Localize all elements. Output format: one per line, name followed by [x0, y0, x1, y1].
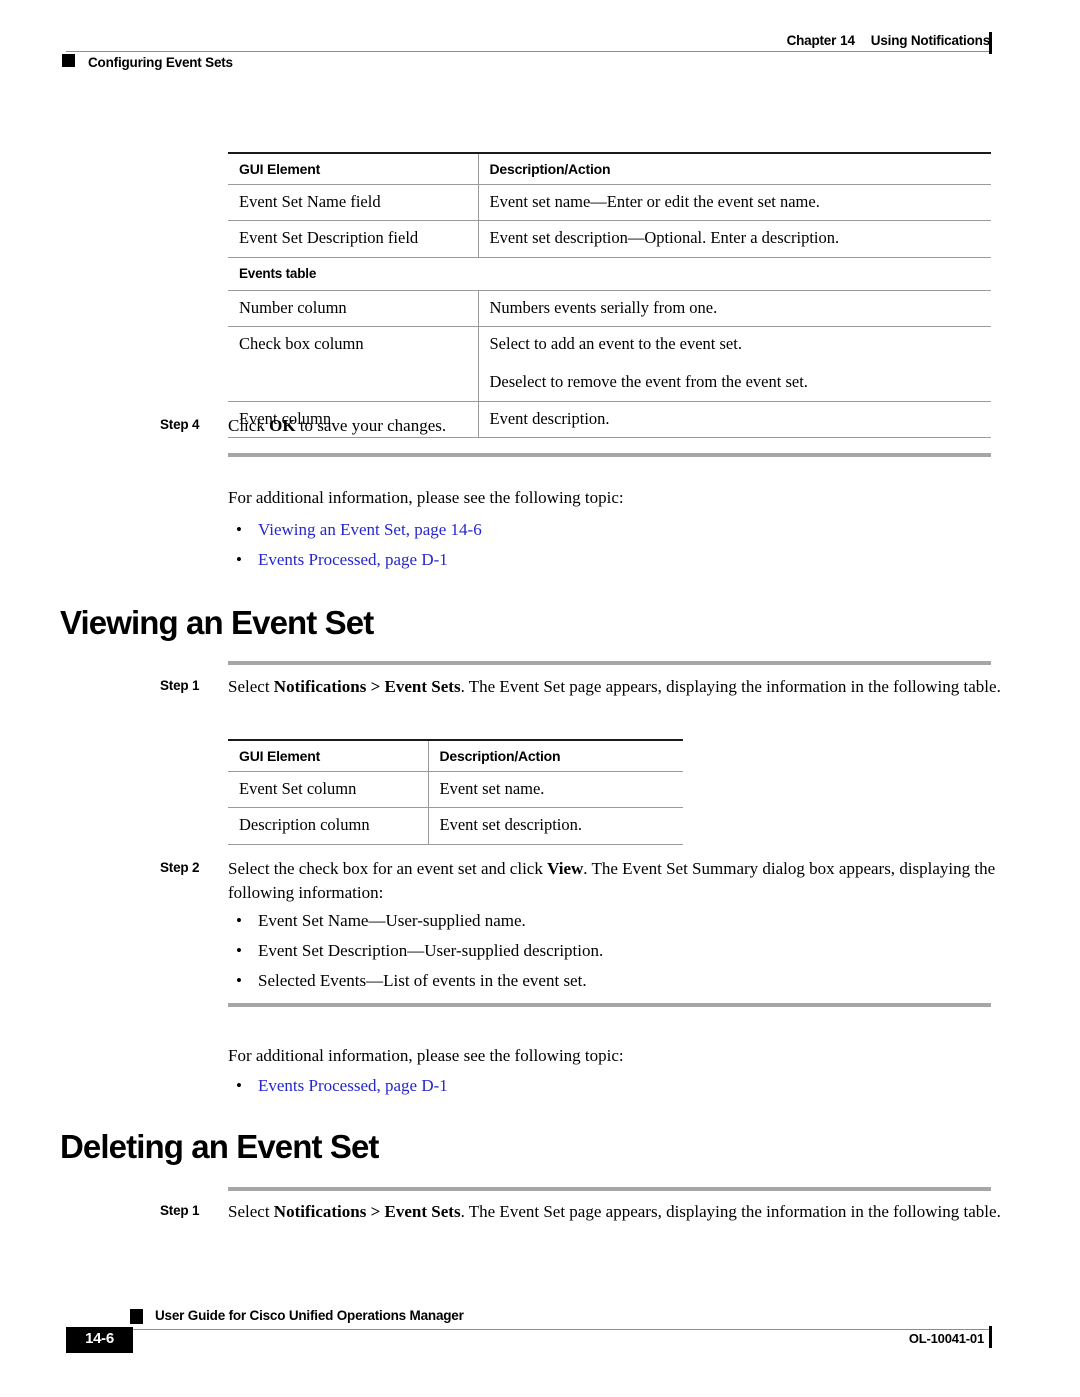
step-1-deleting-label: Step 1 [160, 1203, 200, 1218]
table-row: Number column Numbers events serially fr… [228, 290, 991, 328]
step-1-viewing-text: Select Notifications > Event Sets. The E… [228, 675, 1018, 699]
related-topics-intro-2: For additional information, please see t… [228, 1046, 624, 1065]
step-2-bullet-2-text: Event Set Description—User-supplied desc… [258, 941, 604, 960]
step-2-viewing-button-view: View [547, 859, 584, 878]
step-1-deleting-text: Select Notifications > Event Sets. The E… [228, 1200, 1018, 1224]
related-topic-bullet-1: • Viewing an Event Set, page 14-6 [236, 518, 482, 542]
table1-cell-desc-line1: Select to add an event to the event set. [489, 334, 742, 354]
page-header: Chapter 14 Using Notifications Configuring… [0, 0, 1080, 90]
bullet-dot-icon: • [236, 941, 242, 960]
step-1-deleting-menu-path: Notifications > Event Sets [273, 1202, 461, 1221]
section-rule-2 [228, 661, 991, 665]
gui-element-table-2: GUI Element Description/Action Event Set… [228, 739, 683, 845]
step-2-bullet-3-text: Selected Events—List of events in the ev… [258, 971, 587, 990]
section-rule-3 [228, 1003, 991, 1007]
table-row: Event Set Description field Event set de… [228, 220, 991, 258]
step-2-viewing-label: Step 2 [160, 860, 200, 875]
step-2-viewing-text: Select the check box for an event set an… [228, 857, 1028, 905]
xref-link-events-processed[interactable]: Events Processed, page D-1 [258, 550, 448, 569]
step-4-text-pre: Click [228, 416, 270, 435]
table1-col-header-gui-element: GUI Element [228, 152, 478, 185]
related-topic-bullet-2: • Events Processed, page D-1 [236, 548, 448, 572]
xref-link-viewing-event-set[interactable]: Viewing an Event Set, page 14-6 [258, 520, 482, 539]
table1-cell-desc-multiline: Select to add an event to the event set.… [477, 326, 991, 402]
section-rule-4 [228, 1187, 991, 1191]
table-row: Event Set Name field Event set name—Ente… [228, 184, 991, 222]
header-chapter-number: 14 [840, 33, 855, 48]
table2-col-header-description: Description/Action [427, 739, 683, 772]
table-header-row: GUI Element Description/Action [228, 152, 991, 185]
section-rule-1 [228, 453, 991, 457]
table2-cell-gui: Description column [228, 807, 428, 845]
header-chapter-title: Using Notifications [870, 33, 990, 48]
bullet-dot-icon: • [236, 520, 242, 539]
header-chapter-label: Chapter [786, 33, 837, 48]
step-1-viewing-menu-path: Notifications > Event Sets [273, 677, 461, 696]
table-row: Event Set column Event set name. [228, 771, 683, 809]
table2-cell-gui: Event Set column [228, 771, 428, 809]
header-chapter-info: Chapter 14 Using Notifications [786, 33, 991, 48]
step-1-viewing-text-post: . The Event Set page appears, displaying… [460, 677, 889, 696]
gui-element-table-1: GUI Element Description/Action Event Set… [228, 152, 991, 438]
table2-cell-desc: Event set description. [427, 807, 683, 845]
xref-link-events-processed-2[interactable]: Events Processed, page D-1 [258, 1076, 448, 1095]
table1-cell-desc-line2: Deselect to remove the event from the ev… [489, 372, 808, 392]
step-2-bullet-2: • Event Set Description—User-supplied des… [236, 939, 603, 963]
table1-subhead-events-table: Events table [228, 257, 991, 291]
bullet-dot-icon: • [236, 911, 242, 930]
footer-rule [66, 1329, 990, 1330]
header-bullet-square-icon [62, 54, 75, 67]
table1-cell-gui: Event Set Name field [228, 184, 478, 222]
step-4-text-post: to save your changes. [295, 416, 447, 435]
footer-edge-tick [989, 1326, 992, 1348]
step-2-bullet-1: • Event Set Name—User-supplied name. [236, 909, 526, 933]
table1-col-header-description: Description/Action [477, 152, 991, 185]
step-2-viewing-text-pre: Select the check box for an event set an… [228, 859, 548, 878]
step-4-text: Click OK to save your changes. [228, 414, 446, 438]
table2-cell-desc: Event set name. [427, 771, 683, 809]
table-subhead-row: Events table [228, 257, 991, 291]
table1-cell-gui: Check box column [228, 326, 478, 402]
step-4-text-bold: OK [269, 416, 296, 435]
step-2-bullet-3: • Selected Events—List of events in the e… [236, 969, 587, 993]
table-header-row: GUI Element Description/Action [228, 739, 683, 772]
step-1-viewing-text-pre: Select [228, 677, 274, 696]
bullet-dot-icon: • [236, 1076, 242, 1095]
step-1-viewing-label: Step 1 [160, 678, 200, 693]
table1-cell-desc: Event set description—Optional. Enter a … [477, 220, 991, 258]
step-1-deleting-text-pre: Select [228, 1202, 274, 1221]
step-1-viewing-line2: following table. [893, 677, 1001, 696]
footer-doc-id: OL-10041-01 [908, 1331, 984, 1346]
heading-deleting-an-event-set: Deleting an Event Set [60, 1128, 379, 1165]
table1-cell-desc: Numbers events serially from one. [477, 290, 991, 328]
related-topic-bullet-3: • Events Processed, page D-1 [236, 1074, 448, 1098]
footer-page-number: 14-6 [85, 1330, 114, 1347]
table1-cell-gui: Event Set Description field [228, 220, 478, 258]
step-2-viewing-text-post: . The Event Set Summary dialog box appea… [583, 859, 896, 878]
table-row: Check box column Select to add an event … [228, 326, 991, 402]
header-edge-tick [989, 32, 992, 54]
heading-viewing-an-event-set: Viewing an Event Set [60, 604, 374, 641]
table1-cell-desc: Event set name—Enter or edit the event s… [477, 184, 991, 222]
step-1-deleting-line2: following table. [893, 1202, 1001, 1221]
document-page: Chapter 14 Using Notifications Configuring… [0, 0, 1080, 1397]
header-rule [66, 51, 990, 52]
step-1-deleting-text-post: . The Event Set page appears, displaying… [460, 1202, 889, 1221]
header-section-title: Configuring Event Sets [88, 55, 233, 70]
footer-bullet-square-icon [130, 1309, 143, 1324]
table1-cell-desc: Event description. [477, 401, 991, 438]
step-4-label: Step 4 [160, 417, 200, 432]
footer-guide-title: User Guide for Cisco Unified Operations … [155, 1308, 464, 1323]
table2-col-header-gui-element: GUI Element [228, 739, 428, 772]
bullet-dot-icon: • [236, 971, 242, 990]
related-topics-intro-1: For additional information, please see t… [228, 488, 624, 507]
bullet-dot-icon: • [236, 550, 242, 569]
step-2-bullet-1-text: Event Set Name—User-supplied name. [258, 911, 526, 930]
table-row: Description column Event set description… [228, 807, 683, 845]
table1-cell-gui: Number column [228, 290, 478, 328]
